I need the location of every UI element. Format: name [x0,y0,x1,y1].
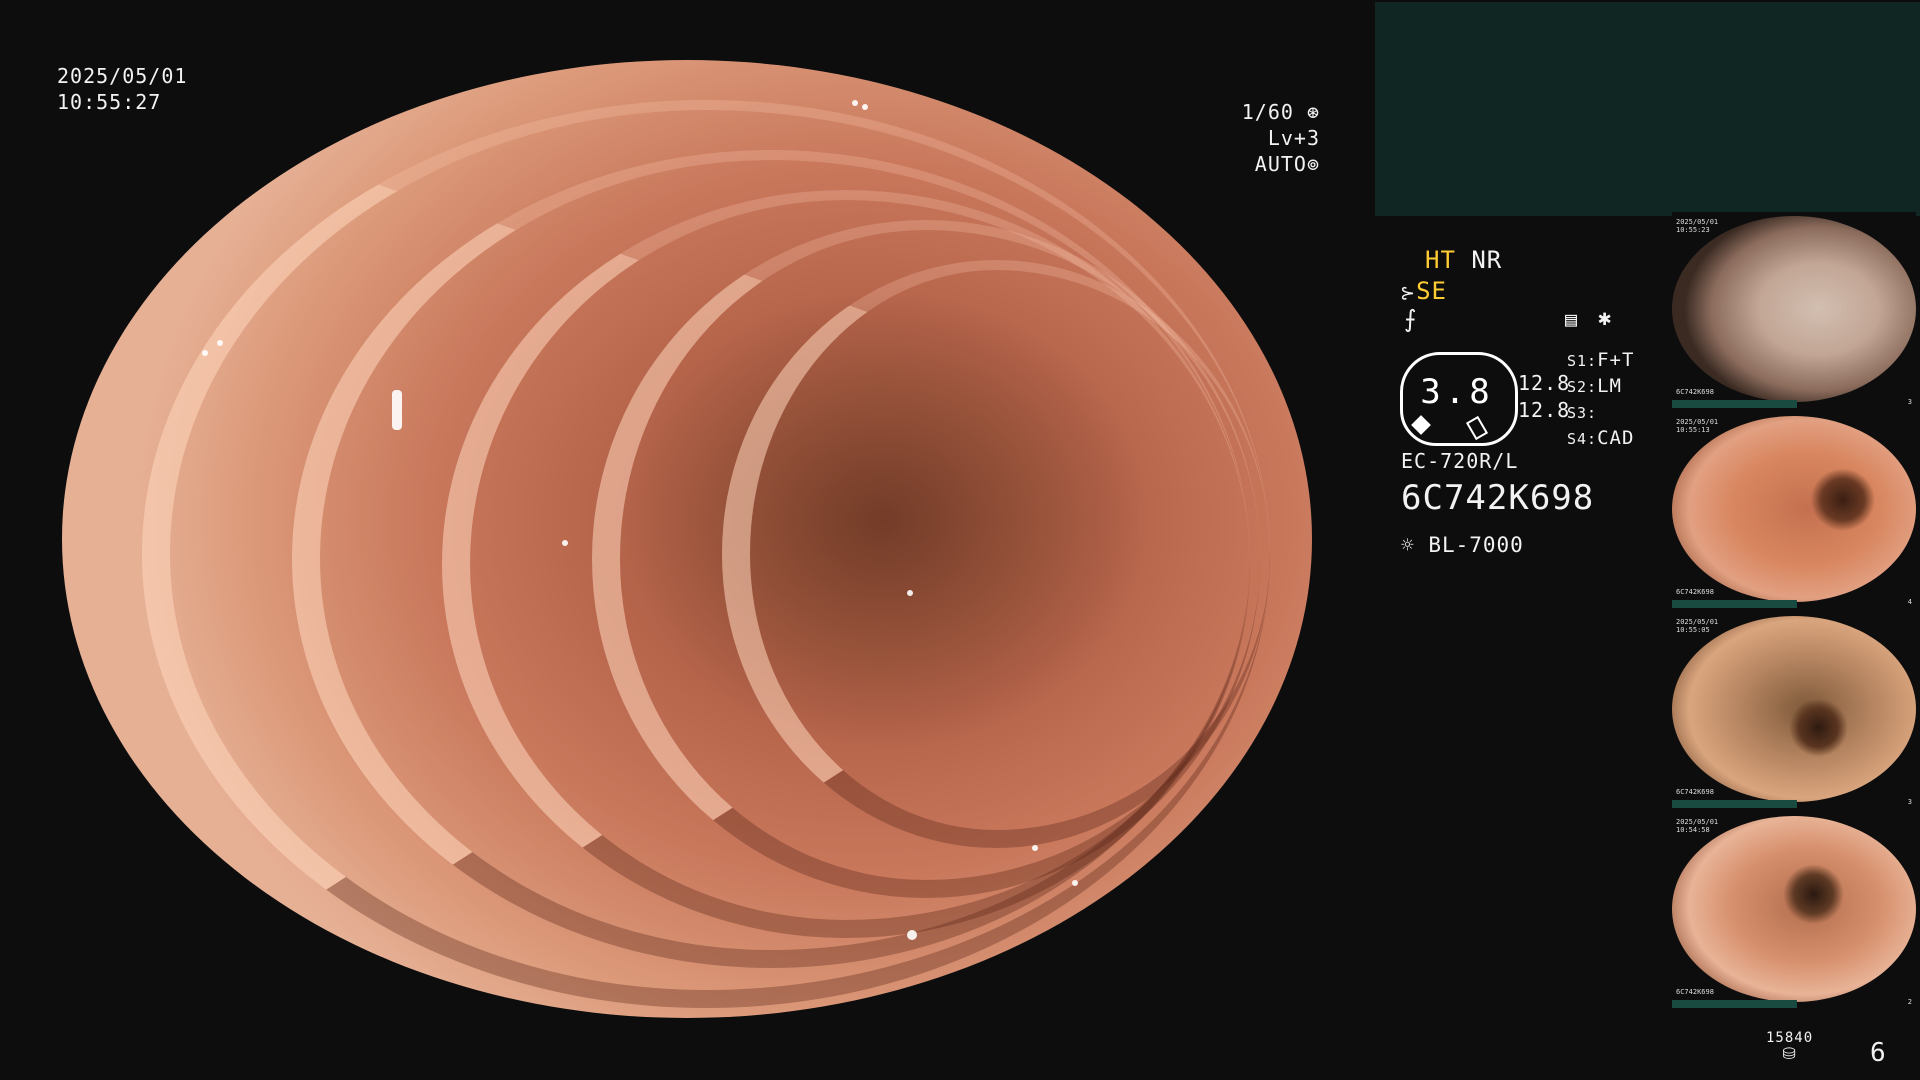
value-2: 12.8 [1518,398,1571,422]
date-label: 2025/05/01 [57,64,188,88]
level-label: Lv+3 [1267,126,1320,150]
s4-label: S4: [1567,430,1598,448]
thumb-serial: 6C742K698 [1676,788,1714,796]
value-1: 12.8 [1518,371,1571,395]
lamp-icon: ☼ [1401,533,1415,557]
s2-label: S2: [1567,378,1598,396]
thumbnail-3[interactable]: 2025/05/01 10:55:05 6C742K698 3 [1672,612,1916,808]
time-label: 10:55:27 [57,90,162,114]
thumb-date: 2025/05/01 [1676,418,1719,426]
endoscope-live-view [62,60,1312,1018]
thumb-date: 2025/05/01 [1676,818,1719,826]
switch-settings: S1:F+T S2:LM S3: S4:CAD [1567,348,1634,452]
date-time: 2025/05/01 10:55:27 [57,63,187,115]
thumb-date: 2025/05/01 [1676,218,1719,226]
storage-indicator: 15840 ⛁ [1766,1030,1813,1062]
thumb-index: 3 [1907,798,1912,806]
thumb-time: 10:55:13 [1676,426,1710,434]
freeze-icon: ⨍ [1404,305,1418,333]
thumbnail-4[interactable]: 2025/05/01 10:54:58 6C742K698 2 [1672,812,1916,1008]
shutter-speed: 1/60 [1241,100,1294,124]
thumb-time: 10:55:23 [1676,226,1710,234]
scope-tip-icon: ⊱ [1400,283,1417,304]
thumb-time: 10:54:58 [1676,826,1710,834]
s4-value: CAD [1597,427,1635,449]
storage-icon: ⛁ [1782,1044,1797,1063]
s3-label: S3: [1567,404,1598,422]
memory-icon: ▤ [1565,307,1579,331]
asterisk-icon: ✱ [1598,306,1613,331]
thumb-serial: 6C742K698 [1676,588,1714,596]
thumb-date: 2025/05/01 [1676,618,1719,626]
zoom-values: 12.8 12.8 [1518,370,1570,424]
exposure-info: 1/60 ⊛ Lv+3 AUTO⊚ [1195,99,1320,177]
thumbnail-1[interactable]: 2025/05/01 10:55:23 6C742K698 3 [1672,212,1916,408]
thumb-index: 2 [1907,998,1912,1006]
thumb-bar [1672,400,1797,408]
mode-label: AUTO [1254,152,1307,176]
image-count: 6 [1870,1038,1887,1068]
s1-label: S1: [1567,352,1598,370]
light-source: ☼ BL-7000 [1401,532,1524,558]
thumb-index: 4 [1907,598,1912,606]
thumb-time: 10:55:05 [1676,626,1710,634]
s1-value: F+T [1597,349,1635,371]
thumb-serial: 6C742K698 [1676,388,1714,396]
scope-model: EC-720R/L [1401,449,1519,473]
zoom-value: 3.8 [1420,372,1494,412]
ht-label: HT [1425,246,1456,274]
s2-value: LM [1597,375,1622,397]
thumbnail-2[interactable]: 2025/05/01 10:55:13 6C742K698 4 [1672,412,1916,608]
thumb-bar [1672,1000,1797,1008]
scope-serial: 6C742K698 [1401,478,1595,518]
light-source-label: BL-7000 [1428,533,1524,557]
shutter-icon: ⊛ [1306,100,1320,124]
thumb-index: 3 [1907,398,1912,406]
nr-label: NR [1471,246,1503,274]
thumb-bar [1672,800,1797,808]
enhancement-settings: HT NR [1425,245,1502,275]
thumb-bar [1672,600,1797,608]
iris-icon: ⊚ [1306,152,1320,176]
status-panel [1375,2,1920,216]
se-label: SE [1416,277,1447,305]
thumb-serial: 6C742K698 [1676,988,1714,996]
